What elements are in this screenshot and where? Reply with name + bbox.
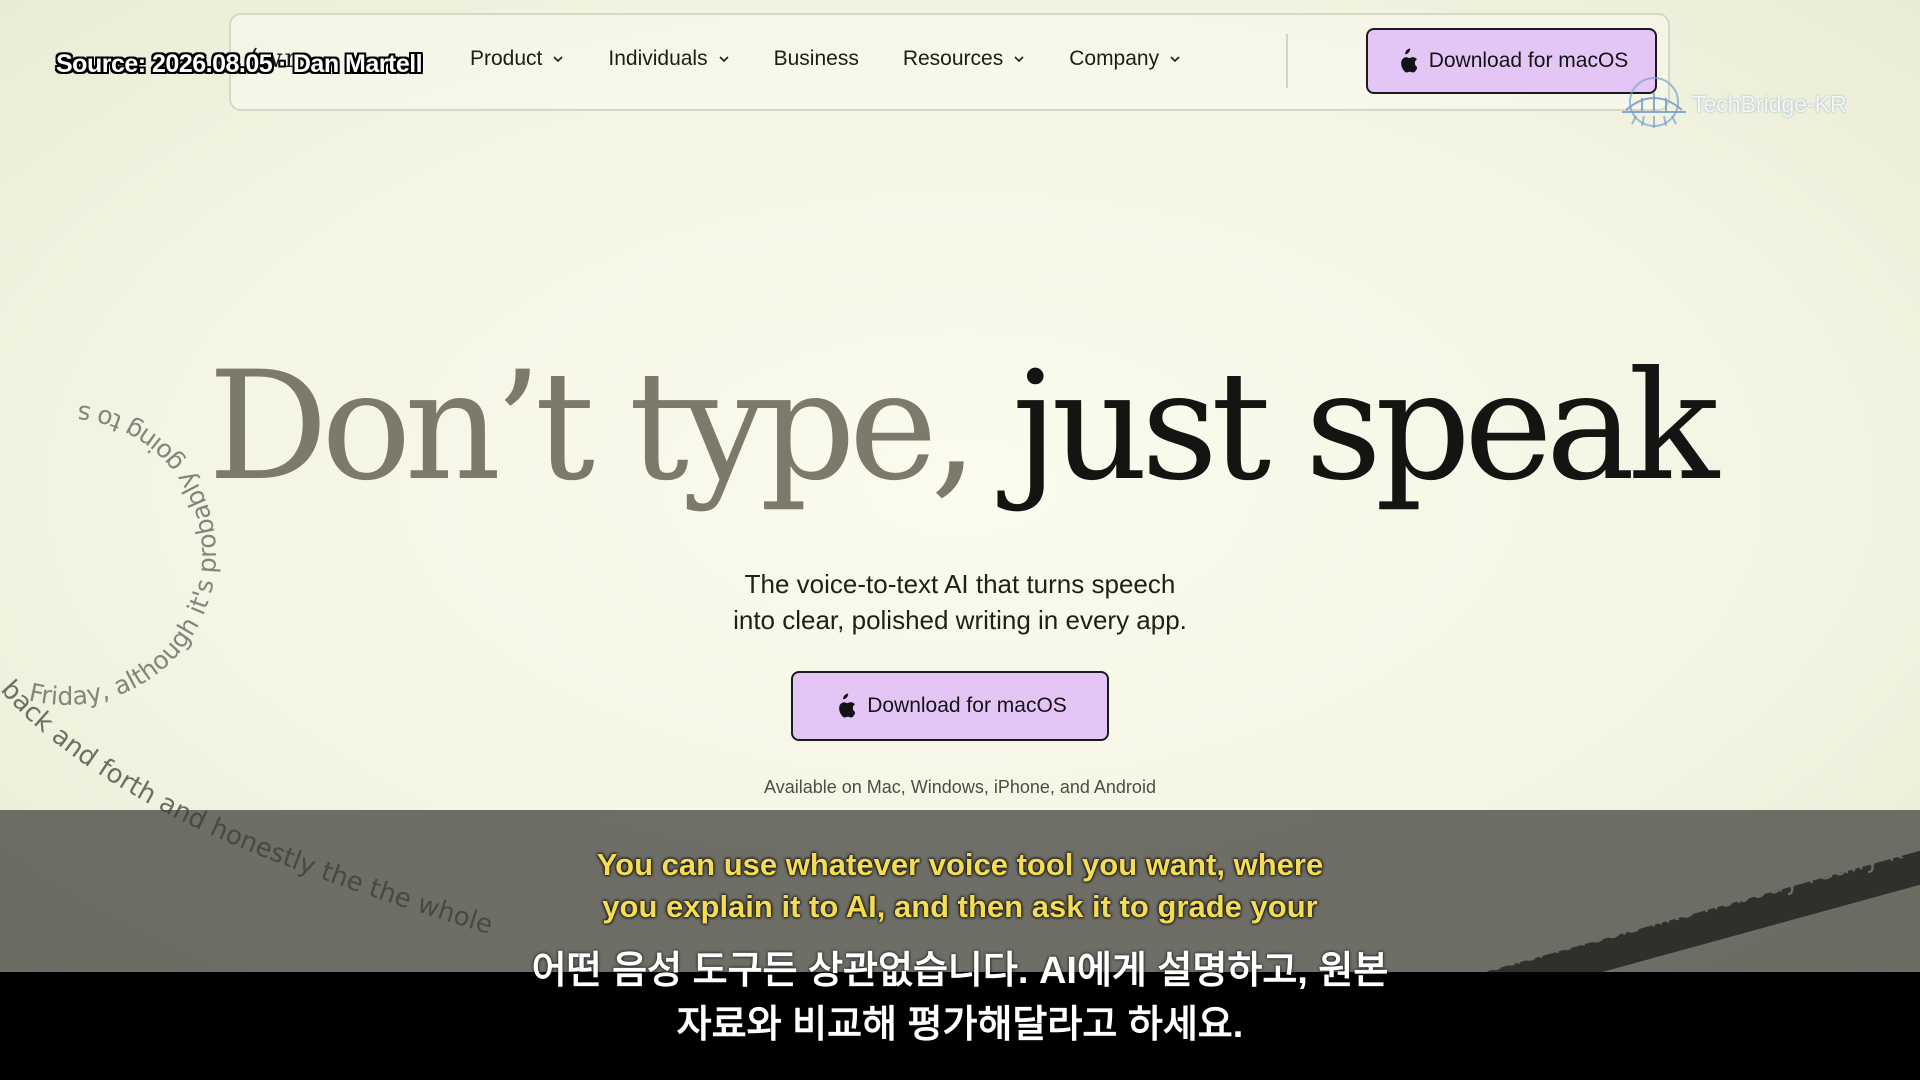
chevron-down-icon: [553, 56, 563, 63]
nav-menu: Product Individuals Business Resources C…: [470, 47, 1181, 71]
hero-subtitle: The voice-to-text AI that turns speech i…: [0, 566, 1920, 638]
nav-item-label: Business: [773, 47, 859, 70]
nav-item-label: Company: [1069, 47, 1160, 70]
nav-item-resources[interactable]: Resources: [903, 47, 1025, 71]
bridge-logo-icon: [1622, 77, 1686, 128]
hero-title-part1: Don’t type,: [207, 340, 978, 514]
cta-label: Download for macOS: [1428, 49, 1629, 72]
source-credit: Source: 2026.08.05 · Dan Martell: [56, 50, 423, 78]
nav-item-individuals[interactable]: Individuals: [608, 47, 729, 71]
nav-item-product[interactable]: Product: [470, 47, 564, 71]
korean-caption: 어떤 음성 도구든 상관없습니다. AI에게 설명하고, 원본 자료와 비교해 …: [0, 944, 1920, 1052]
apple-icon: [1400, 48, 1417, 73]
nav-download-macos-button[interactable]: Download for macOS: [1366, 28, 1657, 94]
nav-item-label: Individuals: [608, 47, 708, 70]
english-caption: You can use whatever voice tool you want…: [0, 844, 1920, 928]
hero-download-macos-button[interactable]: Download for macOS: [791, 671, 1109, 741]
hero-subtitle-line1: The voice-to-text AI that turns speech: [744, 569, 1176, 599]
nav-divider: [1286, 34, 1288, 88]
hero-title: Don’t type, just speak: [0, 352, 1920, 502]
nav-item-business[interactable]: Business: [774, 47, 859, 71]
nav-item-label: Resources: [902, 47, 1004, 70]
chevron-down-icon: [719, 56, 729, 63]
apple-icon: [839, 693, 856, 718]
korean-caption-line2: 자료와 비교해 평가해달라고 하세요.: [676, 1004, 1244, 1046]
channel-watermark: TechBridge-KR: [1622, 76, 1847, 132]
watermark-label: TechBridge-KR: [1692, 90, 1847, 117]
korean-caption-line1: 어떤 음성 도구든 상관없습니다. AI에게 설명하고, 원본: [531, 950, 1389, 992]
chevron-down-icon: [1014, 56, 1024, 63]
nav-item-label: Product: [470, 47, 543, 70]
hero-subtitle-line2: into clear, polished writing in every ap…: [733, 605, 1187, 635]
availability-note: Available on Mac, Windows, iPhone, and A…: [764, 777, 1156, 797]
english-caption-line2: you explain it to AI, and then ask it to…: [602, 889, 1318, 924]
nav-item-company[interactable]: Company: [1069, 47, 1181, 71]
cta-label: Download for macOS: [867, 694, 1067, 717]
english-caption-line1: You can use whatever voice tool you want…: [596, 847, 1324, 882]
chevron-down-icon: [1170, 56, 1180, 63]
hero-title-part2: just speak: [1011, 340, 1719, 514]
